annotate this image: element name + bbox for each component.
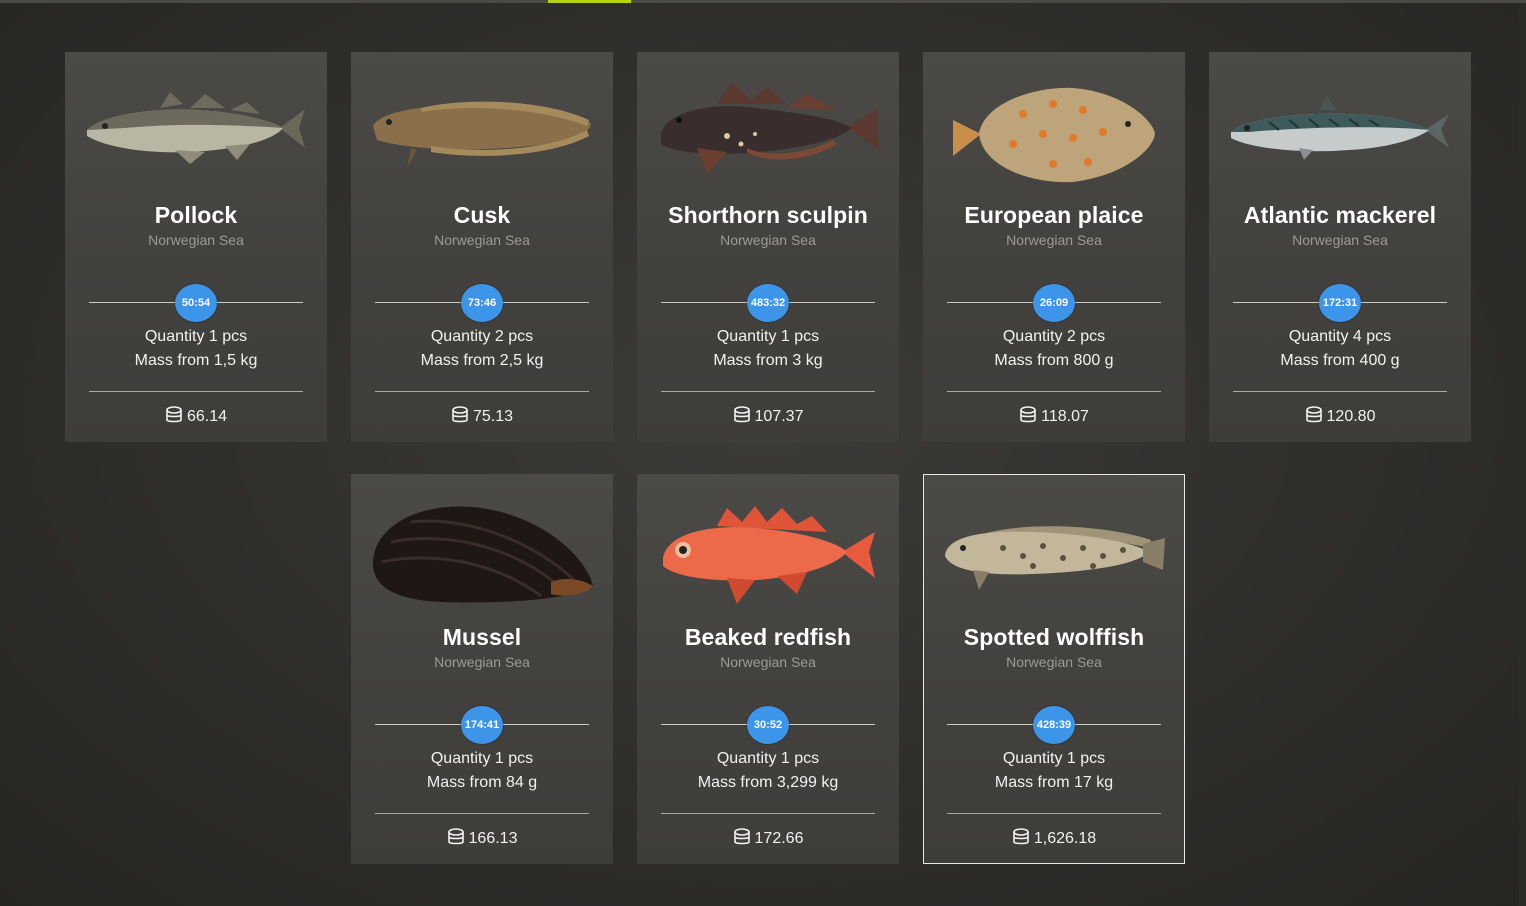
price-value: 1,626.18 [1033,830,1097,847]
price-value: 118.07 [1041,408,1089,425]
quantity-text: Quantity 1 pcs [716,750,820,767]
coins-icon [452,406,468,423]
fish-region: Norwegian Sea [434,654,530,670]
divider [661,391,875,392]
divider [375,391,589,392]
quantity-text: Quantity 2 pcs [430,328,534,345]
fish-name: Beaked redfish [684,624,852,650]
mass-text: Mass from 3 kg [713,352,823,369]
wolffish-fish-image [945,526,1165,590]
coins-icon [1020,406,1036,423]
plaice-fish-image [953,87,1155,183]
price: 66.14 [65,406,327,426]
fish-region: Norwegian Sea [434,232,530,248]
fish-card-pollock[interactable]: Pollock Norwegian Sea 50:54 Quantity 1 p… [65,52,327,442]
fish-card-mussel[interactable]: Mussel Norwegian Sea 174:41 Quantity 1 p… [351,474,613,864]
fish-name: Spotted wolffish [963,624,1145,650]
price: 172.66 [637,828,899,848]
price: 120.80 [1209,406,1471,426]
divider [89,391,303,392]
divider [947,813,1161,814]
fish-region: Norwegian Sea [1006,654,1102,670]
mass-text: Mass from 1,5 kg [134,352,258,369]
price-value: 75.13 [472,408,514,425]
mass-text: Mass from 17 kg [994,774,1114,791]
divider [947,391,1161,392]
price: 166.13 [351,828,613,848]
fish-name: Mussel [442,624,522,650]
price-value: 120.80 [1326,408,1376,425]
price-value: 107.37 [754,408,804,425]
divider [375,813,589,814]
fish-name: Pollock [154,202,238,228]
fish-name: European plaice [964,202,1144,228]
coins-icon [1305,406,1322,423]
redfish-fish-image [663,506,875,604]
active-tab-indicator [548,0,631,3]
coins-icon [447,828,464,845]
fish-card-beaked-redfish[interactable]: Beaked redfish Norwegian Sea 30:52 Quant… [637,474,899,864]
price-value: 172.66 [754,830,804,847]
mackerel-fish-image [1231,96,1449,160]
mass-text: Mass from 400 g [1280,352,1400,369]
fish-card-atlantic-mackerel[interactable]: Atlantic mackerel Norwegian Sea 172:31 Q… [1209,52,1471,442]
fish-region: Norwegian Sea [720,654,816,670]
sculpin-fish-image [661,82,879,174]
price: 75.13 [351,406,613,426]
quantity-text: Quantity 4 pcs [1288,328,1392,345]
mass-text: Mass from 2,5 kg [420,352,544,369]
fish-region: Norwegian Sea [148,232,244,248]
timer-badge: 483:32 [747,284,789,322]
fish-name: Cusk [453,202,511,228]
coins-icon [1013,828,1029,845]
fish-name: Shorthorn sculpin [668,202,868,228]
price: 107.37 [637,406,899,426]
pollock-fish-image [87,92,305,164]
timer-badge: 73:46 [461,284,503,322]
cusk-fish-image [373,101,591,168]
mass-text: Mass from 800 g [994,352,1114,369]
fish-region: Norwegian Sea [1006,232,1102,248]
timer-badge: 428:39 [1033,706,1075,744]
timer-badge: 26:09 [1033,284,1075,322]
price-value: 66.14 [186,408,228,425]
quantity-text: Quantity 1 pcs [716,328,820,345]
quantity-text: Quantity 2 pcs [1002,328,1106,345]
divider [1233,391,1447,392]
timer-badge: 30:52 [747,706,789,744]
timer-badge: 50:54 [175,284,217,322]
scrollbar[interactable] [1519,3,1526,906]
coins-icon [733,406,750,423]
coins-icon [733,828,750,845]
mussel-image [372,506,593,603]
coins-icon [166,406,182,423]
timer-badge: 172:31 [1319,284,1361,322]
price: 118.07 [923,406,1185,426]
fish-region: Norwegian Sea [1292,232,1388,248]
price: 1,626.18 [923,828,1185,848]
divider [661,813,875,814]
price-value: 166.13 [468,830,518,847]
quantity-text: Quantity 1 pcs [1002,750,1106,767]
fish-card-cusk[interactable]: Cusk Norwegian Sea 73:46 Quantity 2 pcs … [351,52,613,442]
fish-region: Norwegian Sea [720,232,816,248]
quantity-text: Quantity 1 pcs [144,328,248,345]
mass-text: Mass from 3,299 kg [697,774,839,791]
timer-badge: 174:41 [461,706,503,744]
top-bar [0,0,1526,3]
fish-card-shorthorn-sculpin[interactable]: Shorthorn sculpin Norwegian Sea 483:32 Q… [637,52,899,442]
mass-text: Mass from 84 g [426,774,538,791]
fish-card-spotted-wolffish[interactable]: Spotted wolffish Norwegian Sea 428:39 Qu… [923,474,1185,864]
fish-card-european-plaice[interactable]: European plaice Norwegian Sea 26:09 Quan… [923,52,1185,442]
fish-name: Atlantic mackerel [1243,202,1437,228]
quantity-text: Quantity 1 pcs [430,750,534,767]
